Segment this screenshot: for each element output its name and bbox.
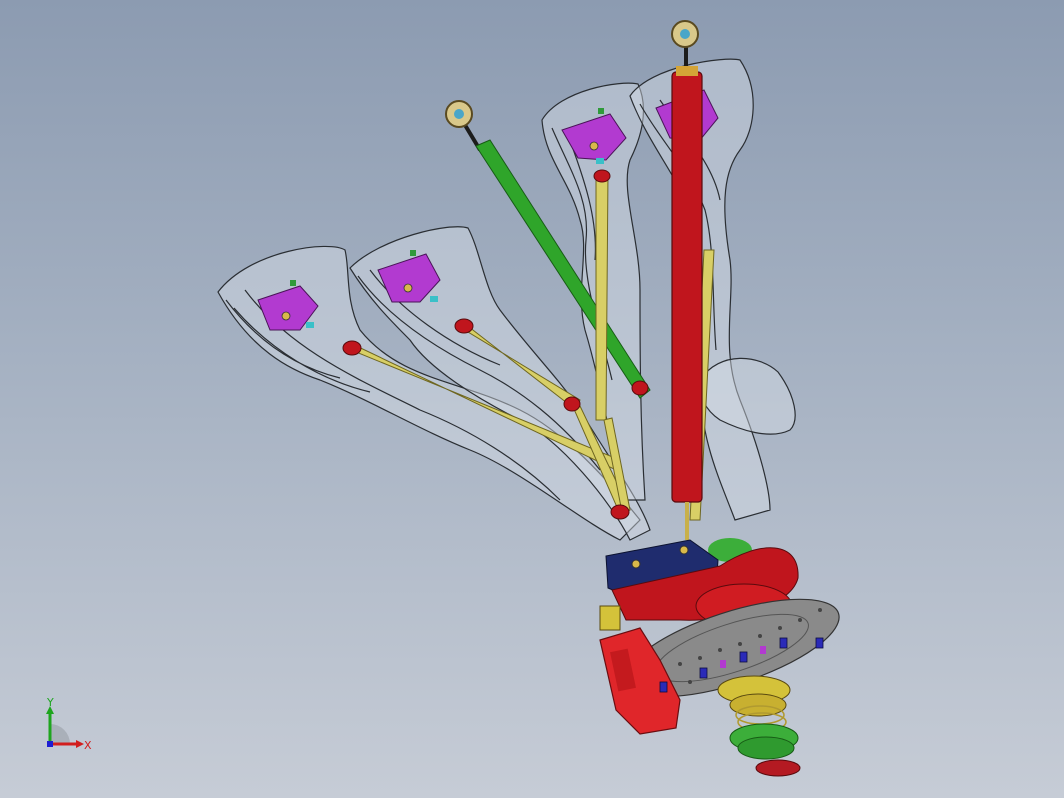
upright-assembly[interactable] [599, 538, 850, 777]
collar [563, 396, 581, 412]
cad-viewport[interactable] [0, 0, 1064, 798]
damper-body[interactable] [671, 71, 703, 503]
triad-x-label: X [84, 739, 92, 752]
triad-x-arrow [76, 740, 84, 748]
axis-triad: X Y [46, 698, 92, 752]
caliper-yellow-bolt [599, 605, 621, 631]
damper[interactable] [671, 20, 703, 540]
triad-z-origin [47, 741, 53, 747]
collar [454, 318, 474, 334]
pushrod-center[interactable] [595, 171, 609, 421]
triad-y-label: Y [46, 698, 54, 709]
hub-green-ring-2 [737, 736, 795, 760]
damper-top-cap [676, 66, 698, 76]
collar [631, 380, 649, 396]
hub-end-cap[interactable] [755, 759, 801, 777]
damper-top-eye-hole [680, 29, 690, 39]
collar [342, 340, 362, 356]
collar [593, 169, 611, 183]
tie-rod-end-hole [454, 109, 464, 119]
collar [610, 504, 630, 520]
